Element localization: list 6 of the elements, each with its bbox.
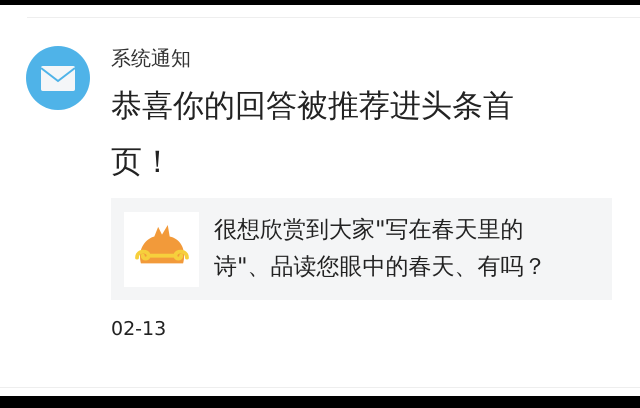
- envelope-icon: [26, 46, 90, 110]
- notification-title: 恭喜你的回答被推荐进头条首页！: [111, 87, 515, 182]
- sender-name: 系统通知: [111, 46, 192, 70]
- linked-question-card[interactable]: 很想欣赏到大家"写在春天里的诗"、品读您眼中的春天、有吗？: [111, 198, 612, 300]
- question-text: 很想欣赏到大家"写在春天里的诗"、品读您眼中的春天、有吗？: [214, 216, 548, 282]
- notification-date: 02-13: [111, 318, 168, 340]
